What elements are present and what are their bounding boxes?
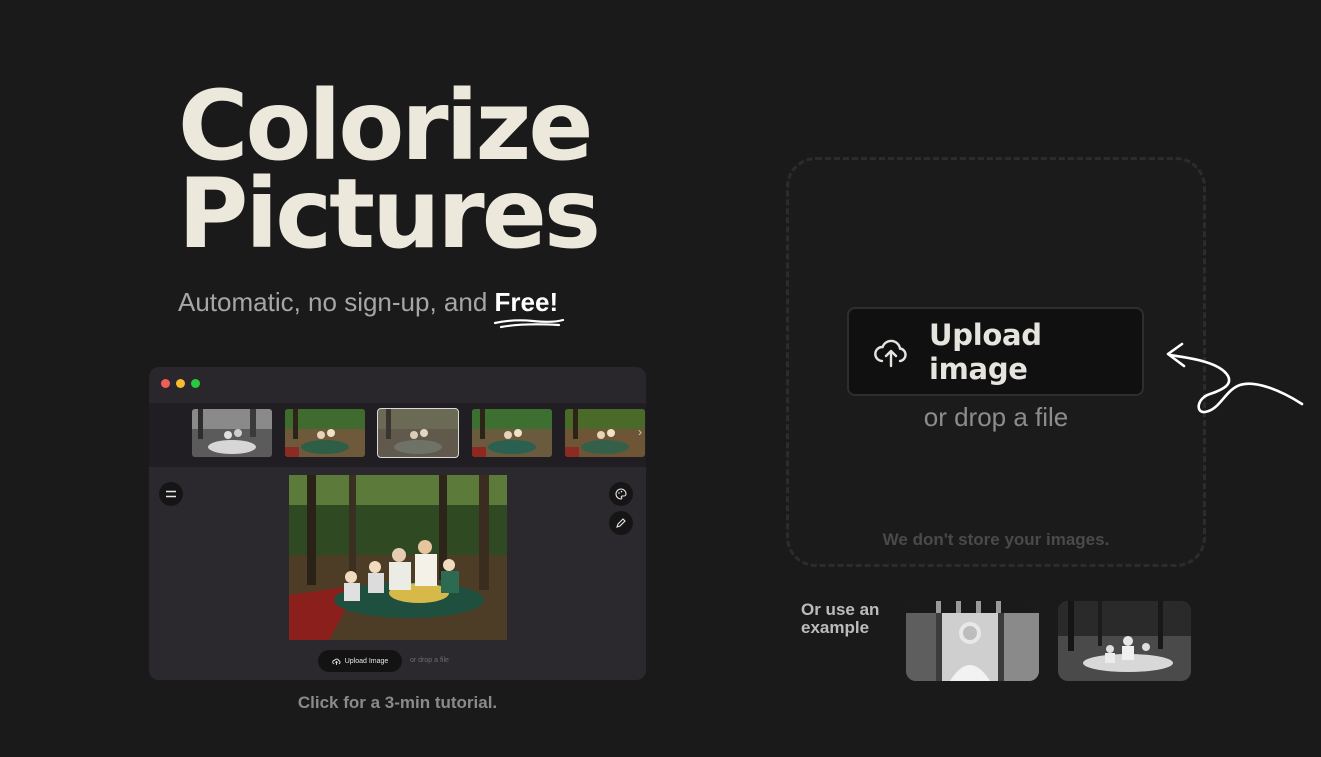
upload-image-button[interactable]: Upload image — [847, 307, 1144, 396]
thumbnail-color-3[interactable] — [565, 409, 645, 457]
colorized-photo — [289, 475, 507, 640]
thumbnail-color-1[interactable] — [285, 409, 365, 457]
pencil-icon[interactable] — [609, 511, 633, 535]
cloud-upload-icon — [331, 658, 341, 665]
thumbnail-color-2[interactable] — [472, 409, 552, 457]
privacy-note: We don't store your images. — [882, 530, 1110, 549]
title-line-2: Pictures — [178, 158, 601, 270]
mini-drop-hint: or drop a file — [410, 657, 449, 664]
examples-label: Or use an example — [801, 600, 880, 637]
scribble-underline-icon — [493, 318, 564, 329]
tutorial-preview[interactable]: › Upload Image or drop a file — [149, 367, 646, 680]
editor-canvas: Upload Image or drop a file — [149, 467, 646, 680]
upload-image-label: Upload image — [929, 317, 1042, 386]
subtitle: Automatic, no sign-up, and Free! — [178, 287, 564, 329]
page-title: Colorize Pictures — [178, 70, 601, 270]
title-line-1: Colorize — [178, 70, 594, 182]
example-image-picnic[interactable] — [1058, 601, 1191, 681]
palette-icon[interactable] — [609, 482, 633, 506]
minimize-dot-icon — [176, 379, 185, 388]
free-text: Free! — [494, 287, 559, 317]
free-emphasis: Free! — [493, 287, 564, 329]
subtitle-text: Automatic, no sign-up, and — [178, 287, 495, 317]
menu-icon[interactable] — [159, 482, 183, 506]
window-titlebar — [149, 367, 646, 403]
close-dot-icon — [161, 379, 170, 388]
mini-upload-label: Upload Image — [344, 657, 389, 665]
thumbnail-selected[interactable] — [377, 408, 459, 458]
maximize-dot-icon — [191, 379, 200, 388]
tutorial-caption[interactable]: Click for a 3-min tutorial. — [149, 693, 646, 713]
chevron-right-icon[interactable]: › — [638, 425, 642, 439]
thumbnail-strip: › — [149, 403, 646, 467]
thumbnail-grayscale[interactable] — [192, 409, 272, 457]
example-image-portrait[interactable] — [906, 601, 1039, 681]
mini-upload-button[interactable]: Upload Image — [318, 650, 402, 672]
cloud-upload-icon — [873, 334, 909, 370]
hand-drawn-arrow-icon — [1166, 342, 1304, 414]
drop-file-hint: or drop a file — [923, 402, 1069, 432]
